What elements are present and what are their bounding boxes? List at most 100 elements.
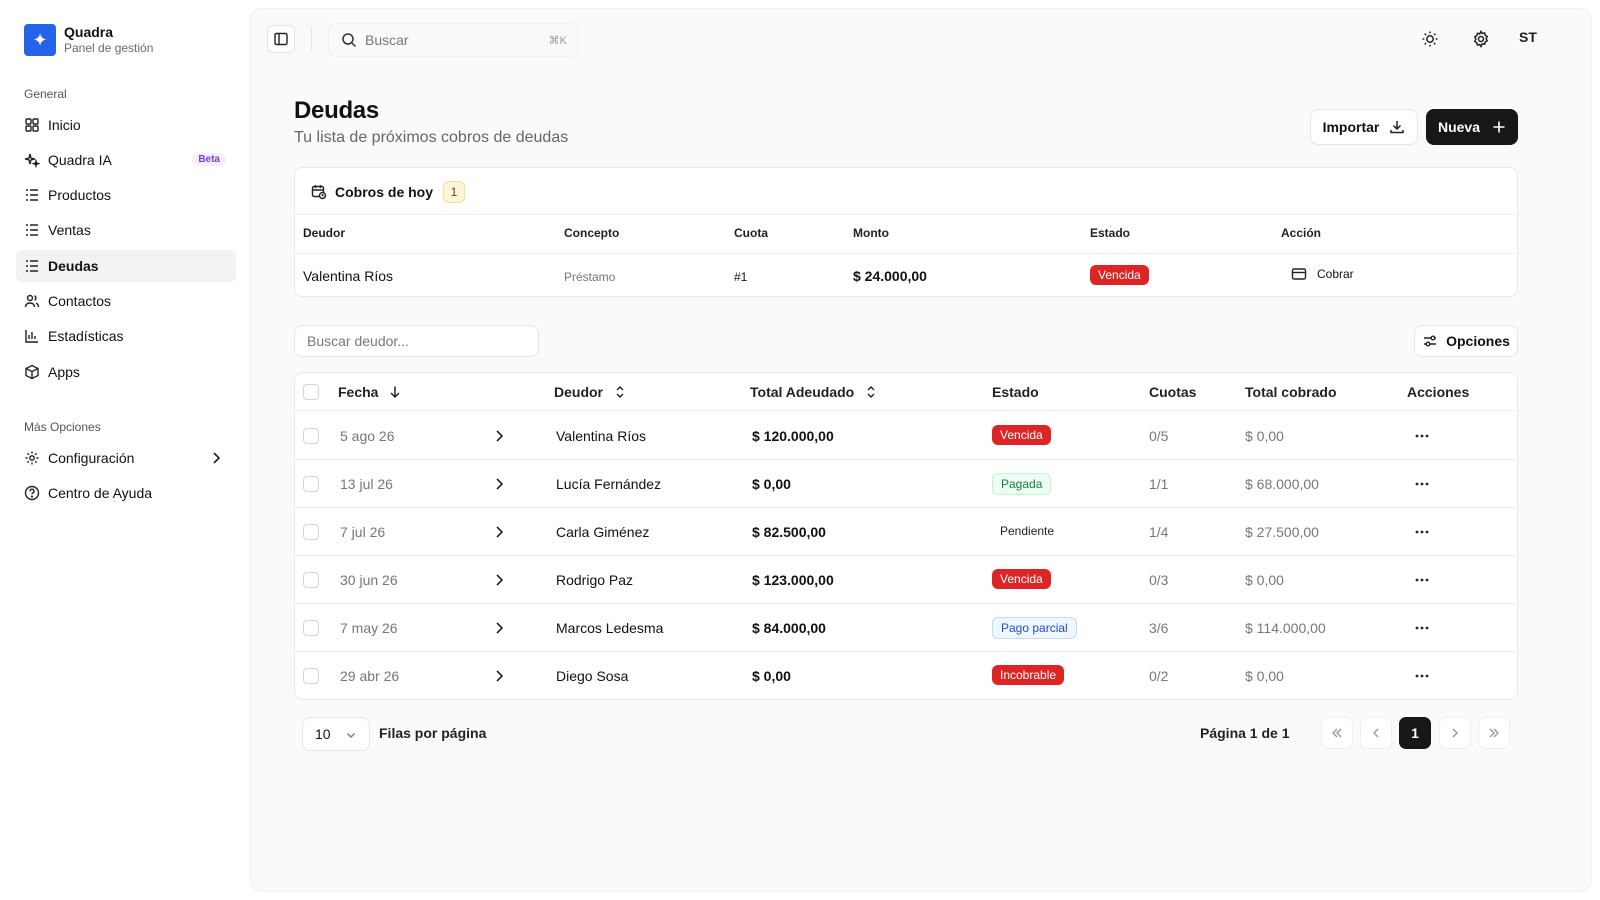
header-deudor[interactable]: Deudor <box>554 384 627 400</box>
search-icon <box>342 33 357 48</box>
header-total-adeudado[interactable]: Total Adeudado <box>750 384 878 400</box>
global-search-input[interactable]: Buscar ⌘K <box>328 23 578 57</box>
sun-icon <box>1422 31 1438 47</box>
row-cuotas: 1/4 <box>1149 524 1169 540</box>
row-fecha: 30 jun 26 <box>340 572 398 588</box>
row-checkbox[interactable] <box>303 524 319 540</box>
today-monto: $ 24.000,00 <box>853 268 927 284</box>
sidebar-item-productos[interactable]: Productos <box>16 179 236 211</box>
table-row[interactable]: 30 jun 26 Rodrigo Paz $ 123.000,00 Venci… <box>295 556 1517 604</box>
today-collections-card: Cobros de hoy 1 Deudor Concepto Cuota Mo… <box>294 167 1518 297</box>
chevron-right-icon[interactable] <box>491 428 507 444</box>
gear-icon <box>24 450 40 466</box>
bar-chart-icon <box>24 328 40 344</box>
more-actions-icon[interactable] <box>1412 474 1432 494</box>
sidebar: ✦ Quadra Panel de gestión General Inicio… <box>0 0 250 900</box>
sidebar-item-configuracion[interactable]: Configuración <box>16 442 236 474</box>
table-row[interactable]: 7 jul 26 Carla Giménez $ 82.500,00 Pendi… <box>295 508 1517 556</box>
row-checkbox[interactable] <box>303 428 319 444</box>
sidebar-item-label: Ventas <box>48 222 91 238</box>
sliders-icon <box>1424 335 1437 347</box>
credit-card-icon <box>1291 268 1307 280</box>
row-checkbox[interactable] <box>303 668 319 684</box>
last-page-button[interactable] <box>1478 717 1510 749</box>
row-cobrado: $ 0,00 <box>1245 668 1284 684</box>
panel-left-icon <box>274 32 288 46</box>
sidebar-item-estadisticas[interactable]: Estadísticas <box>16 320 236 352</box>
chevron-right-icon[interactable] <box>491 524 507 540</box>
sidebar-item-contactos[interactable]: Contactos <box>16 285 236 317</box>
section-more-label: Más Opciones <box>24 420 101 434</box>
gear-icon <box>1473 30 1489 48</box>
box-icon <box>24 364 40 380</box>
sidebar-item-quadra-ia[interactable]: Quadra IA Beta <box>16 144 236 176</box>
import-button-label: Importar <box>1322 119 1380 135</box>
brand[interactable]: ✦ Quadra Panel de gestión <box>24 24 153 56</box>
table-row[interactable]: 29 abr 26 Diego Sosa $ 0,00 Incobrable 0… <box>295 652 1517 699</box>
chevron-right-icon[interactable] <box>491 668 507 684</box>
rows-per-page-select[interactable]: 10 <box>302 717 370 751</box>
today-header-deudor: Deudor <box>303 226 345 240</box>
row-checkbox[interactable] <box>303 572 319 588</box>
more-actions-icon[interactable] <box>1412 570 1432 590</box>
previous-page-button[interactable] <box>1360 717 1392 749</box>
table-header-row: Fecha Deudor Total Adeudado Estado Cuota… <box>295 373 1517 411</box>
more-actions-icon[interactable] <box>1412 522 1432 542</box>
row-cobrado: $ 68.000,00 <box>1245 476 1319 492</box>
status-badge: Pendiente <box>992 521 1063 541</box>
header-fecha[interactable]: Fecha <box>338 384 402 400</box>
sidebar-item-ventas[interactable]: Ventas <box>16 214 236 246</box>
options-button[interactable]: Opciones <box>1414 325 1518 357</box>
more-actions-icon[interactable] <box>1412 426 1432 446</box>
divider <box>295 253 1517 254</box>
row-deudor: Valentina Ríos <box>556 428 647 444</box>
new-button-label: Nueva <box>1437 119 1481 135</box>
chevron-left-icon <box>1373 728 1379 738</box>
sidebar-item-inicio[interactable]: Inicio <box>16 109 236 141</box>
brand-name: Quadra <box>64 24 114 40</box>
table-row[interactable]: 7 may 26 Marcos Ledesma $ 84.000,00 Pago… <box>295 604 1517 652</box>
today-cuota: #1 <box>734 270 748 284</box>
row-checkbox[interactable] <box>303 476 319 492</box>
row-deudor: Marcos Ledesma <box>556 620 664 636</box>
theme-toggle-button[interactable] <box>1420 29 1440 49</box>
next-page-button[interactable] <box>1439 717 1471 749</box>
chevron-right-icon[interactable] <box>491 620 507 636</box>
search-debtor-input[interactable] <box>294 325 539 357</box>
more-actions-icon[interactable] <box>1412 618 1432 638</box>
user-avatar[interactable]: ST <box>1519 29 1537 45</box>
sidebar-item-centro-ayuda[interactable]: Centro de Ayuda <box>16 477 236 509</box>
select-all-checkbox[interactable] <box>303 384 319 400</box>
table-row[interactable]: 5 ago 26 Valentina Ríos $ 120.000,00 Ven… <box>295 412 1517 460</box>
list-icon <box>24 187 40 203</box>
chevrons-right-icon <box>1489 728 1499 738</box>
page-1-button[interactable]: 1 <box>1399 717 1431 749</box>
row-deudor: Carla Giménez <box>556 524 650 540</box>
arrow-down-icon <box>390 386 400 399</box>
sidebar-toggle-button[interactable] <box>267 25 295 53</box>
row-checkbox[interactable] <box>303 620 319 636</box>
new-debt-button[interactable]: Nueva <box>1426 109 1518 145</box>
today-header-accion: Acción <box>1281 226 1322 240</box>
chevron-right-icon[interactable] <box>491 572 507 588</box>
sidebar-item-label: Configuración <box>48 450 135 466</box>
sidebar-item-deudas[interactable]: Deudas <box>16 250 236 282</box>
table-row[interactable]: 13 jul 26 Lucía Fernández $ 0,00 Pagada … <box>295 460 1517 508</box>
today-header-monto: Monto <box>853 226 889 240</box>
today-deudor: Valentina Ríos <box>303 268 394 284</box>
row-total: $ 84.000,00 <box>752 620 826 636</box>
sidebar-item-label: Quadra IA <box>48 152 112 168</box>
page-subtitle: Tu lista de próximos cobros de deudas <box>294 129 569 146</box>
chevron-right-icon[interactable] <box>491 476 507 492</box>
collect-button[interactable]: Cobrar <box>1291 266 1354 282</box>
sidebar-item-apps[interactable]: Apps <box>16 356 236 388</box>
first-page-button[interactable] <box>1321 717 1353 749</box>
header-deudor-label: Deudor <box>554 384 603 400</box>
row-total: $ 0,00 <box>752 668 791 684</box>
settings-button[interactable] <box>1471 29 1491 49</box>
more-actions-icon[interactable] <box>1412 666 1432 686</box>
row-cobrado: $ 0,00 <box>1245 428 1284 444</box>
import-button[interactable]: Importar <box>1310 109 1418 145</box>
status-badge: Pago parcial <box>992 617 1077 639</box>
search-shortcut: ⌘K <box>548 34 567 47</box>
